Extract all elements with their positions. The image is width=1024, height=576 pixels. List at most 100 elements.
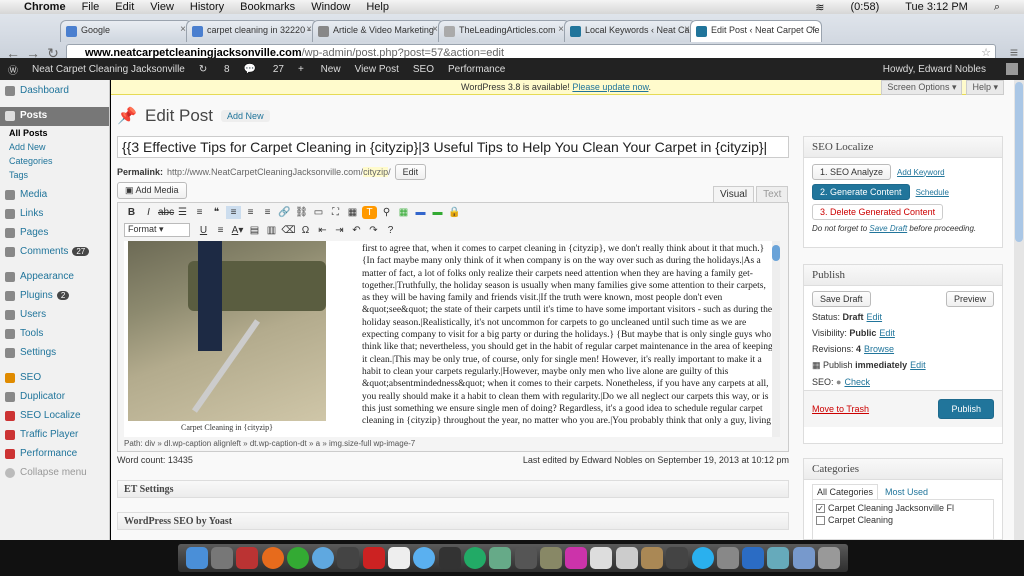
- outdent-icon[interactable]: ⇤: [315, 224, 330, 237]
- browse-revisions-link[interactable]: Browse: [864, 344, 894, 354]
- app-menu-chrome[interactable]: Chrome: [24, 1, 66, 13]
- numbered-list-icon[interactable]: ≡: [192, 206, 207, 219]
- add-media-button[interactable]: ▣ Add Media: [117, 182, 187, 199]
- post-body-text[interactable]: first to agree that, when it comes to ca…: [362, 243, 774, 427]
- italic-icon[interactable]: I: [141, 206, 156, 219]
- word-icon[interactable]: [742, 547, 765, 569]
- tab-google[interactable]: Google ×: [60, 20, 192, 42]
- plugin-orange-icon[interactable]: T: [362, 205, 377, 219]
- menu-bookmarks[interactable]: Bookmarks: [240, 1, 295, 13]
- screen-options-button[interactable]: Screen Options ▾: [881, 80, 963, 95]
- sidebar-sub-add-new[interactable]: Add New: [0, 140, 109, 154]
- seo-check-link[interactable]: Check: [844, 377, 870, 387]
- visibility-edit-link[interactable]: Edit: [879, 328, 895, 338]
- system-icon[interactable]: [236, 547, 259, 569]
- preview-icon[interactable]: [590, 547, 613, 569]
- bold-icon[interactable]: B: [124, 206, 139, 219]
- align-right-icon[interactable]: ≡: [260, 206, 275, 219]
- yoast-seo-box[interactable]: WordPress SEO by Yoast: [117, 512, 789, 530]
- align-center-icon[interactable]: ≡: [243, 206, 258, 219]
- save-draft-button[interactable]: Save Draft: [812, 291, 871, 307]
- trash-icon[interactable]: [818, 547, 841, 569]
- tab-edit-post[interactable]: Edit Post ‹ Neat Carpet Cle ×: [690, 20, 822, 42]
- blockquote-icon[interactable]: ❝: [209, 206, 224, 219]
- sidebar-item-dashboard[interactable]: Dashboard: [0, 82, 109, 101]
- tab-most-used[interactable]: Most Used: [880, 484, 933, 499]
- sidebar-item-performance[interactable]: Performance: [0, 445, 109, 464]
- sidebar-item-plugins[interactable]: Plugins 2: [0, 287, 109, 306]
- launchpad-icon[interactable]: [210, 547, 233, 569]
- paste-text-icon[interactable]: ▤: [247, 224, 262, 237]
- clock[interactable]: Tue 3:12 PM: [905, 1, 968, 13]
- menu-history[interactable]: History: [190, 1, 224, 13]
- plugin-green-icon[interactable]: ▬: [430, 206, 445, 219]
- scroll-thumb[interactable]: [772, 245, 780, 261]
- justify-icon[interactable]: ≡: [213, 224, 228, 237]
- calendar-app-icon[interactable]: [388, 547, 411, 569]
- category-item[interactable]: ✓ Carpet Cleaning Jacksonville Fl: [816, 503, 990, 514]
- facetime-icon[interactable]: [666, 547, 689, 569]
- sidebar-item-traffic-player[interactable]: Traffic Player: [0, 426, 109, 445]
- remove-format-icon[interactable]: ⌫: [281, 224, 296, 237]
- tab-all-categories[interactable]: All Categories: [812, 484, 879, 499]
- skype-icon[interactable]: [691, 547, 714, 569]
- permalink-url[interactable]: http://www.NeatCarpetCleaningJacksonvill…: [167, 167, 391, 177]
- sidebar-item-appearance[interactable]: Appearance: [0, 268, 109, 287]
- safari-icon[interactable]: [312, 547, 335, 569]
- itunes-icon[interactable]: [413, 547, 436, 569]
- schedule-link[interactable]: Schedule: [916, 188, 949, 197]
- sidebar-sub-tags[interactable]: Tags: [0, 168, 109, 182]
- menu-view[interactable]: View: [150, 1, 174, 13]
- settings-app-icon[interactable]: [716, 547, 739, 569]
- admin-bar-account[interactable]: Howdy, Edward Nobles: [869, 63, 1018, 75]
- link-icon[interactable]: 🔗: [277, 206, 292, 219]
- seo-analyze-button[interactable]: 1. SEO Analyze: [812, 164, 892, 180]
- underline-icon[interactable]: U: [196, 224, 211, 237]
- delete-generated-button[interactable]: 3. Delete Generated Content: [812, 204, 944, 220]
- folder-icon[interactable]: [767, 547, 790, 569]
- unlink-icon[interactable]: ⛓: [294, 206, 309, 219]
- tab-keywords[interactable]: Local Keywords ‹ Neat Carp ×: [564, 20, 696, 42]
- redo-icon[interactable]: ↷: [366, 224, 381, 237]
- preview-button[interactable]: Preview: [945, 291, 994, 307]
- schedule-edit-link[interactable]: Edit: [910, 360, 926, 370]
- photos-icon[interactable]: [640, 547, 663, 569]
- spotlight-icon[interactable]: ⌕: [994, 1, 1000, 14]
- permalink-edit-button[interactable]: Edit: [394, 164, 427, 180]
- sidebar-item-tools[interactable]: Tools: [0, 325, 109, 344]
- admin-bar-seo[interactable]: SEO: [413, 64, 434, 75]
- generate-content-button[interactable]: 2. Generate Content: [812, 184, 910, 200]
- downloads-icon[interactable]: [792, 547, 815, 569]
- publish-button[interactable]: Publish: [938, 399, 994, 419]
- amazon-icon[interactable]: [514, 547, 537, 569]
- plugin-binoculars-icon[interactable]: ⚲: [379, 206, 394, 219]
- menu-edit[interactable]: Edit: [115, 1, 134, 13]
- bullet-list-icon[interactable]: ☰: [175, 206, 190, 219]
- undo-icon[interactable]: ↶: [349, 224, 364, 237]
- sidebar-sub-categories[interactable]: Categories: [0, 154, 109, 168]
- et-settings-box[interactable]: ET Settings: [117, 480, 789, 498]
- status-edit-link[interactable]: Edit: [867, 312, 883, 322]
- finder-icon[interactable]: [185, 547, 208, 569]
- menu-help[interactable]: Help: [366, 1, 389, 13]
- admin-bar-view-post[interactable]: View Post: [355, 64, 399, 75]
- page-scrollbar[interactable]: [1014, 80, 1024, 540]
- wifi-icon[interactable]: ≋: [815, 1, 824, 14]
- more-tag-icon[interactable]: ▭: [311, 206, 326, 219]
- menu-window[interactable]: Window: [311, 1, 350, 13]
- kitchen-sink-icon[interactable]: ▦: [345, 206, 360, 219]
- chrome-icon[interactable]: [286, 547, 309, 569]
- sidebar-item-duplicator[interactable]: Duplicator: [0, 388, 109, 407]
- sidebar-item-pages[interactable]: Pages: [0, 224, 109, 243]
- carpet-cleaning-image[interactable]: [128, 241, 326, 421]
- checkbox-icon[interactable]: [816, 516, 825, 526]
- sidebar-item-posts[interactable]: Posts: [0, 107, 109, 126]
- filezilla-icon[interactable]: [362, 547, 385, 569]
- web-icon[interactable]: [489, 547, 512, 569]
- menu-file[interactable]: File: [82, 1, 100, 13]
- wordpress-logo-icon[interactable]: Ⓦ: [8, 62, 18, 77]
- tab-visual[interactable]: Visual: [713, 186, 755, 202]
- sidebar-item-seo-localize[interactable]: SEO Localize: [0, 407, 109, 426]
- battery-text[interactable]: (0:58): [851, 1, 880, 13]
- sidebar-item-seo[interactable]: SEO: [0, 369, 109, 388]
